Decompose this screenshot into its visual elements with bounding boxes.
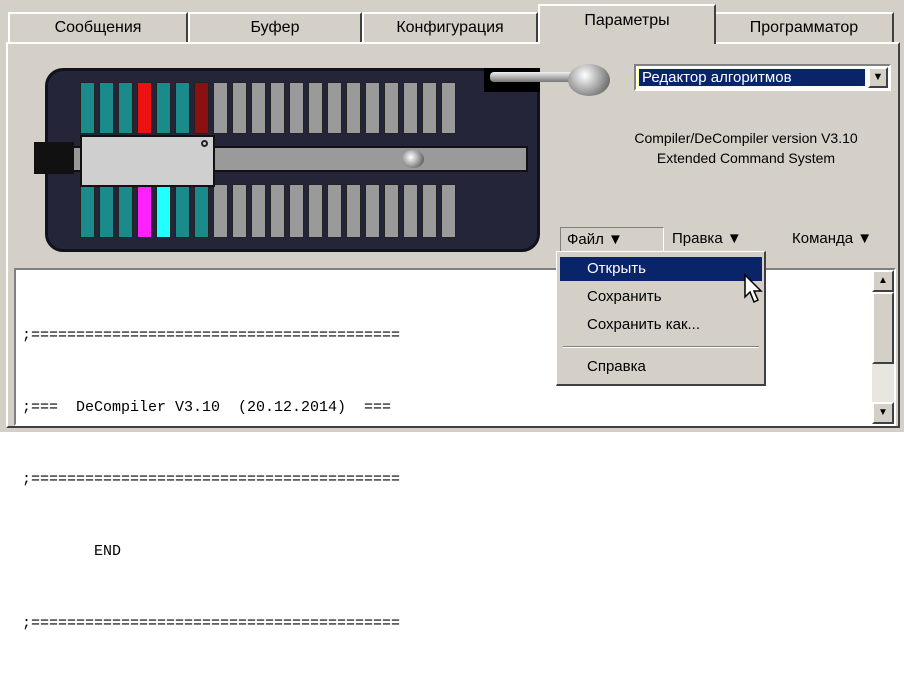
chip — [80, 135, 215, 187]
socket-pin — [232, 184, 247, 238]
vertical-scrollbar[interactable]: ▲ ▼ — [872, 270, 894, 424]
socket-pin — [251, 82, 266, 134]
code-line: ;=== DeCompiler V3.10 (20.12.2014) === — [22, 399, 392, 416]
code-line: ;=======================================… — [22, 327, 401, 344]
menu-command[interactable]: Команда ▼ — [786, 227, 898, 253]
socket-knob — [402, 150, 424, 168]
socket-pin — [308, 82, 323, 134]
code-line: END — [22, 543, 122, 560]
socket-plug — [34, 142, 74, 174]
socket-pin — [422, 184, 437, 238]
socket-pin — [80, 184, 95, 238]
tab-programmer[interactable]: Программатор — [714, 12, 894, 42]
socket-pin — [194, 184, 209, 238]
menu-item-help[interactable]: Справка — [560, 355, 762, 379]
menu-item-open[interactable]: Открыть — [560, 257, 762, 281]
socket-pin — [194, 82, 209, 134]
chip-notch — [201, 140, 208, 147]
menu-edit[interactable]: Правка ▼ — [666, 227, 770, 253]
tab-buffer[interactable]: Буфер — [188, 12, 362, 42]
code-text[interactable]: ;=======================================… — [22, 276, 400, 684]
socket-pin — [327, 82, 342, 134]
code-line: ;=======================================… — [22, 471, 401, 488]
scroll-thumb[interactable] — [872, 292, 894, 364]
code-line: ;=======================================… — [22, 615, 401, 632]
version-line: Compiler/DeCompiler version V3.10 — [634, 130, 858, 146]
socket-pin — [441, 82, 456, 134]
socket-pin — [346, 184, 361, 238]
socket-pin — [289, 82, 304, 134]
version-info: Compiler/DeCompiler version V3.10 Extend… — [596, 128, 896, 168]
socket-pin — [118, 184, 133, 238]
socket-pin — [403, 82, 418, 134]
menu-separator — [563, 346, 759, 348]
tab-parameters[interactable]: Параметры — [538, 4, 716, 44]
socket-pin — [270, 82, 285, 134]
socket-pin — [289, 184, 304, 238]
arrow-up-icon[interactable]: ▲ — [872, 270, 894, 292]
socket-pin — [118, 82, 133, 134]
socket-pin — [137, 184, 152, 238]
socket-pin — [175, 184, 190, 238]
socket-pin — [270, 184, 285, 238]
mouse-pointer-icon — [744, 274, 763, 304]
menu-item-save[interactable]: Сохранить — [560, 285, 762, 309]
socket-pin — [213, 82, 228, 134]
socket-pin — [80, 82, 95, 134]
tab-messages[interactable]: Сообщения — [8, 12, 188, 42]
socket-pin — [308, 184, 323, 238]
socket-pin — [327, 184, 342, 238]
socket-pin — [232, 82, 247, 134]
menu-item-save-as[interactable]: Сохранить как... — [560, 313, 762, 337]
socket-pin — [175, 82, 190, 134]
socket-pin — [365, 184, 380, 238]
algorithm-select-value: Редактор алгоритмов — [638, 68, 866, 87]
tab-configuration[interactable]: Конфигурация — [362, 12, 538, 42]
socket-pin — [346, 82, 361, 134]
chevron-down-icon[interactable]: ▼ — [868, 67, 888, 88]
file-menu-dropdown: Открыть Сохранить Сохранить как... Справ… — [556, 251, 766, 386]
socket-pin — [137, 82, 152, 134]
socket-pin — [251, 184, 266, 238]
algorithm-select[interactable]: Редактор алгоритмов ▼ — [634, 64, 891, 91]
socket-pin — [213, 184, 228, 238]
socket-pin — [384, 184, 399, 238]
socket-pin — [441, 184, 456, 238]
menu-file[interactable]: Файл ▼ — [560, 227, 664, 253]
socket-pin — [403, 184, 418, 238]
app-window: Сообщения Буфер Конфигурация Программато… — [0, 0, 904, 632]
zif-lever-ball[interactable] — [568, 64, 610, 96]
socket-pin — [99, 82, 114, 134]
socket-pin — [365, 82, 380, 134]
arrow-down-icon[interactable]: ▼ — [872, 402, 894, 424]
socket-pin — [156, 82, 171, 134]
extended-line: Extended Command System — [656, 150, 836, 166]
socket-pin — [422, 82, 437, 134]
socket-pin — [99, 184, 114, 238]
socket-pin — [384, 82, 399, 134]
socket-pin — [156, 184, 171, 238]
